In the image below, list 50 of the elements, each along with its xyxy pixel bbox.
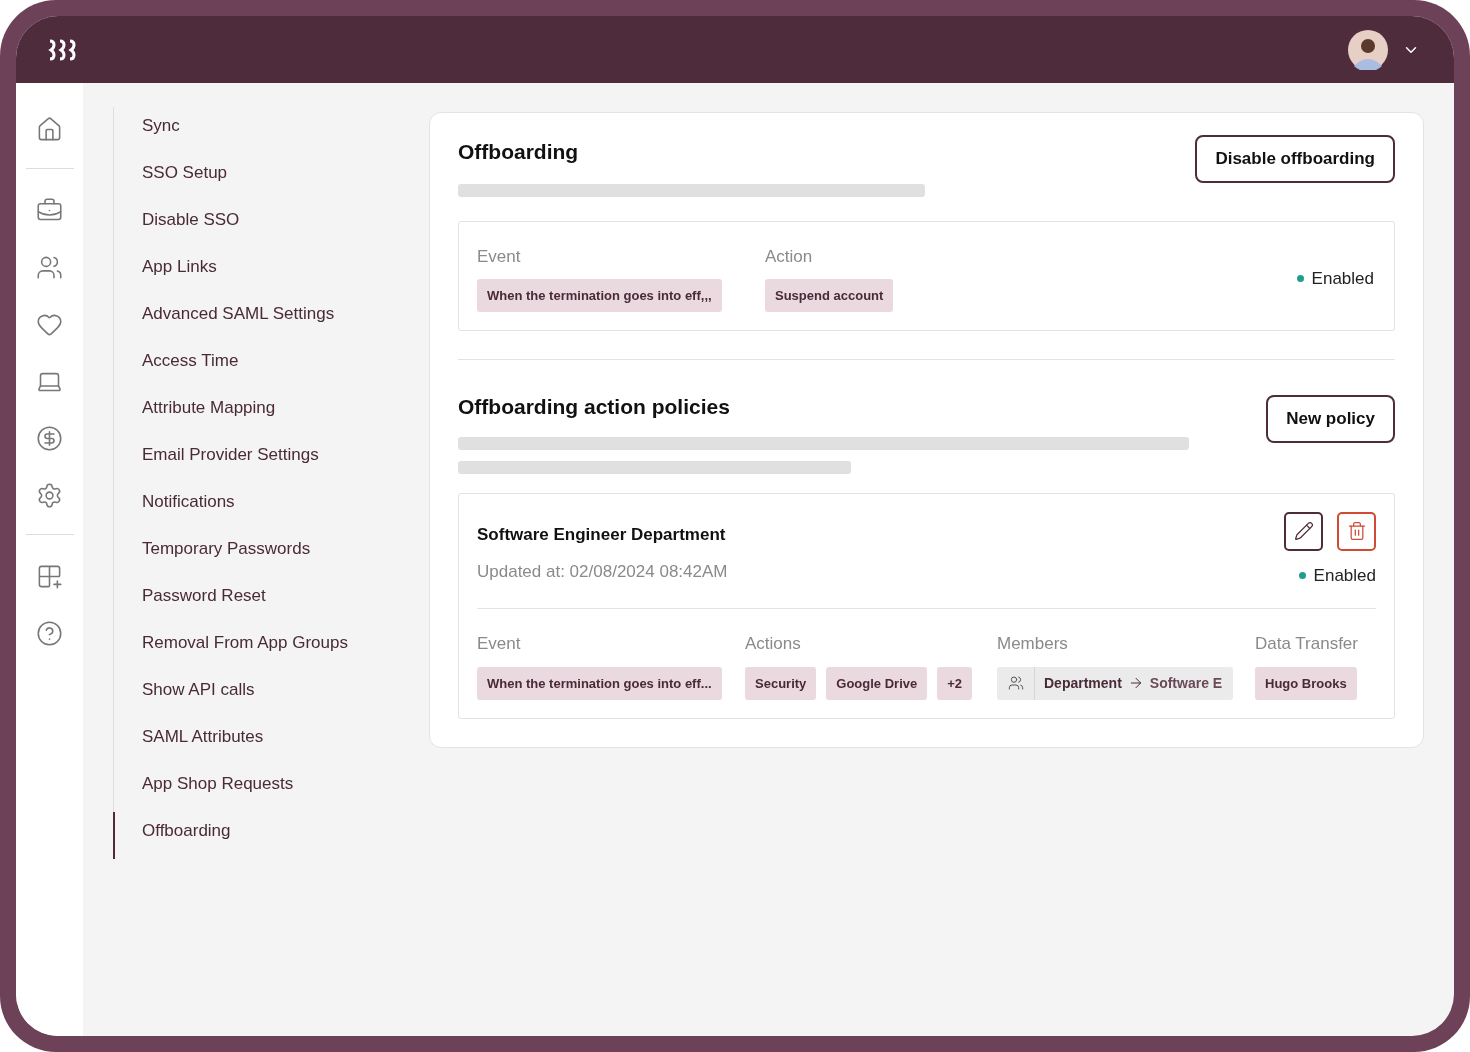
tag: When the termination goes into eff... [477, 666, 722, 700]
submenu-item[interactable]: Removal From App Groups [113, 624, 429, 671]
tag: +2 [937, 666, 973, 700]
submenu-item[interactable]: Sync [113, 107, 429, 154]
section-title: Offboarding action policies [458, 394, 731, 420]
tag: Hugo Brooks [1255, 666, 1357, 700]
status-label: Enabled [1311, 267, 1374, 290]
submenu-item[interactable]: SAML Attributes [113, 718, 429, 765]
status-label: Enabled [1313, 564, 1376, 587]
help-icon [36, 619, 63, 647]
submenu-item[interactable]: Temporary Passwords [113, 530, 429, 577]
trash-icon [1346, 521, 1367, 541]
tag: Security [745, 666, 817, 700]
submenu-item[interactable]: App Links [113, 248, 429, 295]
tag: Suspend account [765, 279, 894, 312]
logo-icon [48, 38, 78, 61]
submenu-item[interactable]: Show API calls [113, 671, 429, 718]
column-label: Actions [745, 633, 802, 655]
dollar-icon [36, 424, 63, 452]
column-label: Action [765, 245, 814, 268]
edit-button[interactable] [1284, 511, 1323, 551]
column-label: Members [997, 633, 1069, 655]
submenu-item[interactable]: Attribute Mapping [113, 389, 429, 436]
section-title: Offboarding [458, 139, 580, 165]
submenu-item[interactable]: Disable SSO [113, 201, 429, 248]
submenu-item[interactable]: Access Time [113, 342, 429, 389]
member-department: Software E [1149, 673, 1223, 693]
submenu-item[interactable]: Notifications [113, 483, 429, 530]
delete-button[interactable] [1337, 511, 1376, 551]
avatar[interactable] [1348, 29, 1388, 70]
tag: Google Drive [826, 666, 928, 700]
submenu-item[interactable]: Email Provider Settings [113, 436, 429, 483]
tag: When the termination goes into eff,,, [477, 279, 722, 312]
settings-icon [36, 481, 63, 509]
member-group: Department [1044, 672, 1122, 694]
submenu-item[interactable]: App Shop Requests [113, 765, 429, 812]
column-label: Data Transfer [1255, 633, 1358, 655]
submenu-item[interactable]: Offboarding [113, 812, 429, 859]
policy-name: Software Engineer Department [477, 523, 727, 546]
home-icon [36, 115, 63, 143]
submenu-item[interactable]: SSO Setup [113, 154, 429, 201]
new-policy-button[interactable]: New policy [1266, 395, 1395, 443]
column-label: Event [477, 245, 522, 268]
column-label: Event [477, 633, 522, 655]
submenu-item[interactable]: Advanced SAML Settings [113, 295, 429, 342]
updated-date: Updated at: 02/08/2024 08:42AM [477, 561, 728, 583]
disable-offboarding-button[interactable]: Disable offboarding [1195, 135, 1395, 183]
submenu-item[interactable]: Password Reset [113, 577, 429, 624]
pencil-icon [1293, 521, 1314, 541]
people-icon [1007, 675, 1024, 691]
